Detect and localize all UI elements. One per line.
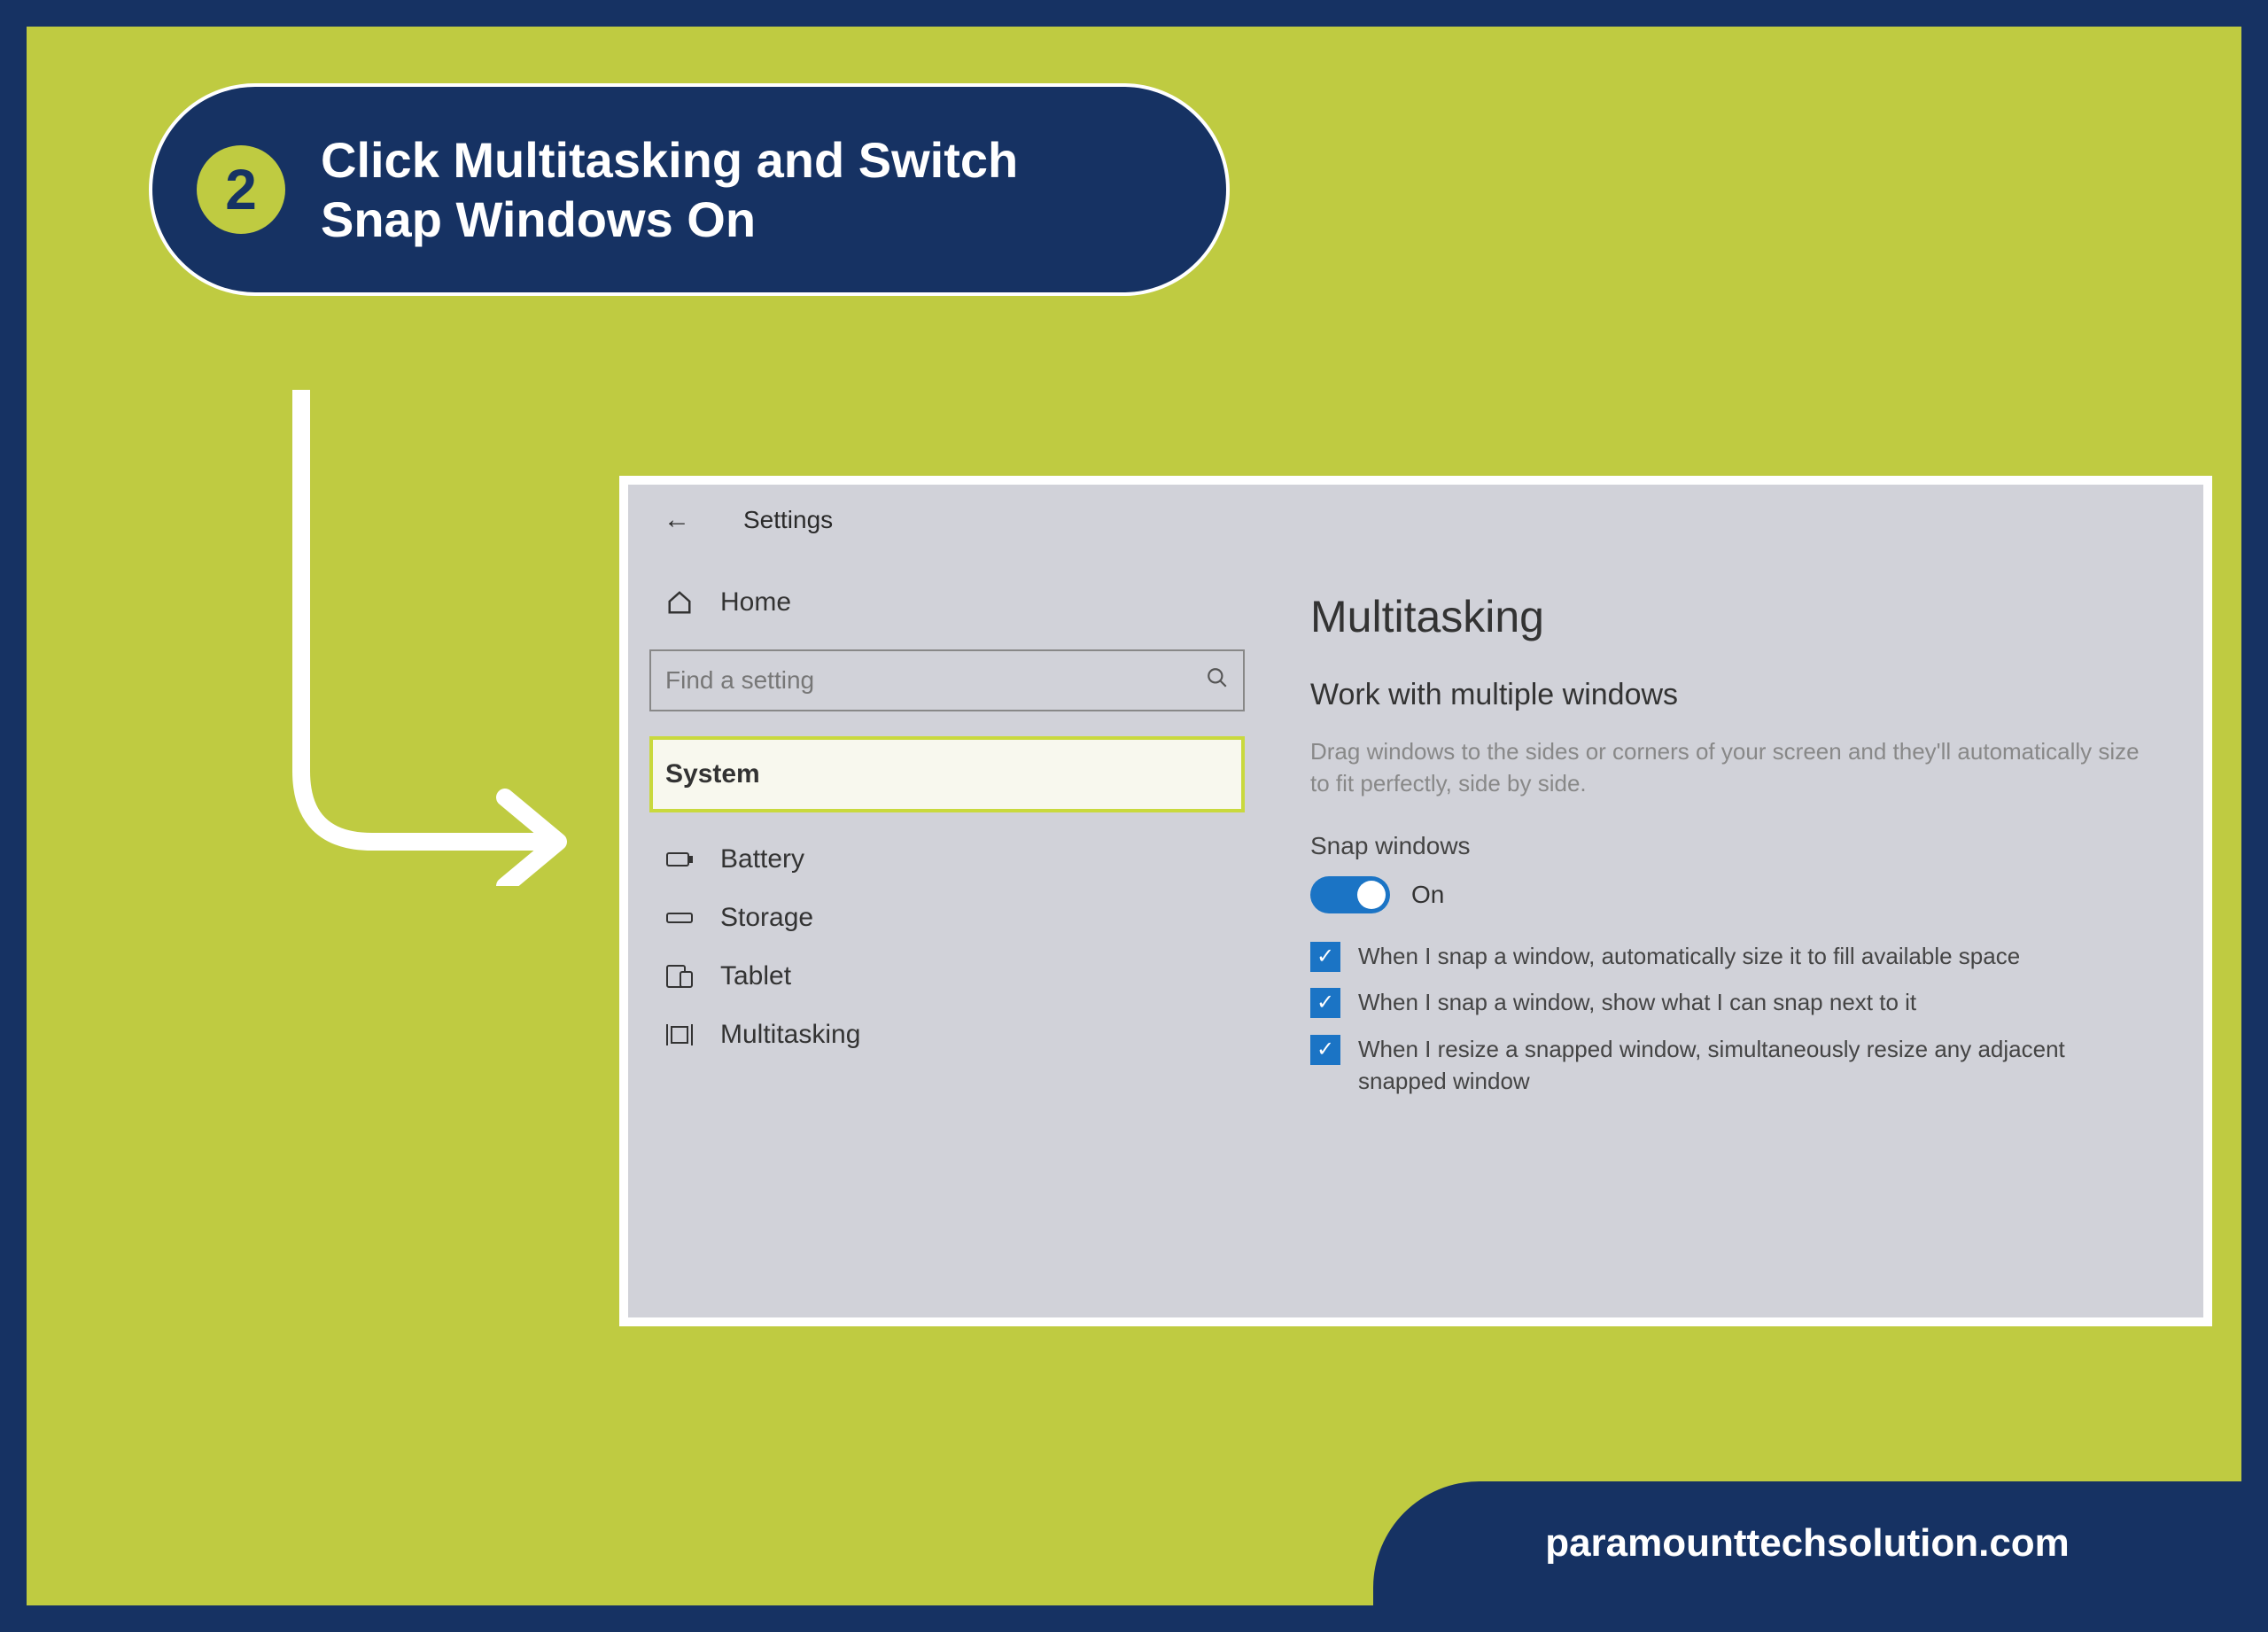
sidebar-item-label: Tablet: [720, 961, 791, 991]
footer-banner: paramounttechsolution.com: [1373, 1481, 2241, 1605]
battery-icon: [664, 850, 695, 869]
snap-windows-label: Snap windows: [1310, 832, 2159, 860]
toggle-state-label: On: [1411, 881, 1444, 909]
page-heading: Multitasking: [1310, 591, 2159, 642]
sidebar-item-storage[interactable]: Storage: [649, 889, 1245, 947]
snap-windows-toggle[interactable]: [1310, 876, 1390, 913]
search-input[interactable]: Find a setting: [649, 649, 1245, 711]
step-pill: 2 Click Multitasking and Switch Snap Win…: [149, 83, 1230, 296]
sidebar-item-label: Multitasking: [720, 1020, 860, 1050]
tablet-icon: [664, 965, 695, 988]
section-description: Drag windows to the sides or corners of …: [1310, 735, 2152, 800]
sidebar-item-multitasking[interactable]: Multitasking: [649, 1006, 1245, 1064]
check-label: When I snap a window, show what I can sn…: [1358, 986, 1916, 1018]
step-title: Click Multitasking and Switch Snap Windo…: [321, 130, 1018, 249]
home-icon: [664, 589, 695, 616]
arrow-icon: [275, 390, 585, 890]
window-title: Settings: [743, 506, 833, 534]
sidebar-item-battery[interactable]: Battery: [649, 830, 1245, 889]
footer-url: paramounttechsolution.com: [1545, 1521, 2070, 1566]
settings-window: ← Settings Home Find a setting: [619, 476, 2212, 1326]
sidebar-home-label: Home: [720, 587, 791, 618]
search-placeholder: Find a setting: [665, 666, 814, 695]
sidebar-item-label: System: [665, 759, 760, 789]
sidebar-item-label: Storage: [720, 903, 813, 933]
search-icon: [1206, 666, 1229, 696]
back-button[interactable]: ←: [664, 505, 690, 535]
step-number-badge: 2: [197, 145, 285, 234]
check-label: When I resize a snapped window, simultan…: [1358, 1033, 2159, 1098]
check-label: When I snap a window, automatically size…: [1358, 940, 2020, 972]
main-panel: Multitasking Work with multiple windows …: [1266, 556, 2203, 1317]
sidebar-item-tablet[interactable]: Tablet: [649, 947, 1245, 1006]
sidebar-home[interactable]: Home: [649, 573, 1245, 632]
sidebar-item-label: Battery: [720, 844, 804, 874]
multitasking-icon: [664, 1023, 695, 1046]
storage-icon: [664, 908, 695, 928]
section-subheading: Work with multiple windows: [1310, 678, 2159, 712]
checkbox[interactable]: ✓: [1310, 1035, 1340, 1065]
sidebar-item-system[interactable]: System: [649, 736, 1245, 812]
checkbox[interactable]: ✓: [1310, 942, 1340, 972]
checkbox[interactable]: ✓: [1310, 988, 1340, 1018]
sidebar: Home Find a setting System Batter: [628, 556, 1266, 1317]
